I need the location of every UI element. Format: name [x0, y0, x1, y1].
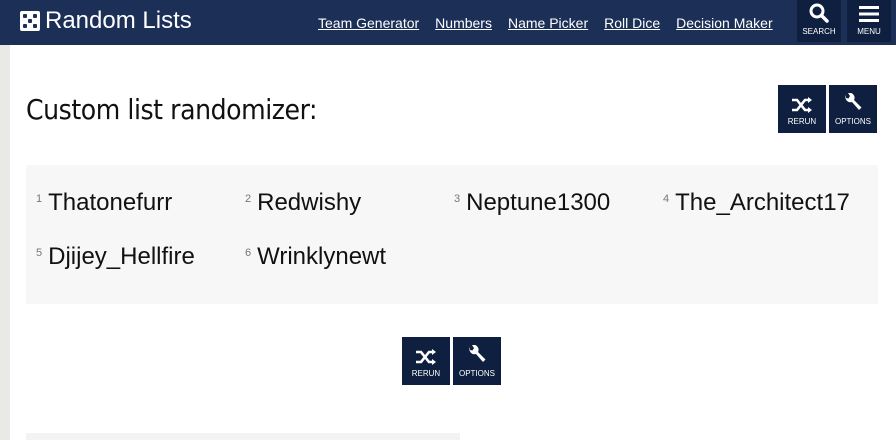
- list-item: 2 Redwishy: [245, 189, 361, 217]
- wrench-icon: [845, 93, 862, 110]
- top-navigation-bar: Random Lists Team Generator Numbers Name…: [0, 0, 896, 45]
- shuffle-icon: [792, 97, 812, 113]
- nav-link-decision-maker[interactable]: Decision Maker: [676, 15, 772, 31]
- options-label: OPTIONS: [458, 369, 495, 378]
- item-name: Thatonefurr: [48, 189, 173, 216]
- content-block-edge: [26, 433, 460, 440]
- nav-link-name-picker[interactable]: Name Picker: [508, 15, 588, 31]
- nav-link-numbers[interactable]: Numbers: [435, 15, 492, 31]
- rerun-label: RERUN: [787, 117, 817, 126]
- item-name: Wrinklynewt: [257, 243, 387, 270]
- item-number: 4: [663, 193, 670, 205]
- item-number: 1: [36, 193, 43, 205]
- item-number: 5: [36, 247, 43, 259]
- options-label: OPTIONS: [834, 117, 871, 126]
- menu-button[interactable]: MENU: [847, 0, 891, 42]
- dice-icon: [20, 11, 40, 31]
- rerun-label: RERUN: [411, 369, 441, 378]
- item-number: 3: [454, 193, 461, 205]
- rerun-button-bottom[interactable]: RERUN: [402, 337, 450, 385]
- item-name: Redwishy: [257, 189, 362, 216]
- page-title: Custom list randomizer:: [26, 93, 318, 126]
- wrench-icon: [469, 345, 486, 362]
- randomized-list: 1 Thatonefurr 2 Redwishy 3 Neptune1300 4…: [26, 165, 878, 304]
- nav-link-team-generator[interactable]: Team Generator: [318, 15, 419, 31]
- main-content: Custom list randomizer: RERUN OPTIONS 1 …: [10, 45, 896, 440]
- hamburger-icon: [859, 6, 879, 22]
- search-button[interactable]: SEARCH: [797, 0, 841, 42]
- options-button-top[interactable]: OPTIONS: [829, 85, 877, 133]
- item-name: The_Architect17: [675, 189, 850, 216]
- item-name: Djijey_Hellfire: [48, 243, 195, 270]
- rerun-button-top[interactable]: RERUN: [778, 85, 826, 133]
- item-number: 6: [245, 247, 252, 259]
- list-item: 4 The_Architect17: [663, 189, 850, 217]
- site-name: Random Lists: [45, 7, 192, 34]
- item-name: Neptune1300: [466, 189, 611, 216]
- nav-link-roll-dice[interactable]: Roll Dice: [604, 15, 660, 31]
- list-item: 6 Wrinklynewt: [245, 243, 386, 271]
- site-logo[interactable]: Random Lists: [20, 6, 192, 36]
- list-item: 5 Djijey_Hellfire: [36, 243, 195, 271]
- search-label: SEARCH: [802, 27, 836, 36]
- item-number: 2: [245, 193, 252, 205]
- options-button-bottom[interactable]: OPTIONS: [453, 337, 501, 385]
- list-item: 1 Thatonefurr: [36, 189, 172, 217]
- shuffle-icon: [416, 349, 436, 365]
- main-nav: Team Generator Numbers Name Picker Roll …: [318, 0, 789, 45]
- list-item: 3 Neptune1300: [454, 189, 610, 217]
- search-icon: [809, 3, 829, 23]
- menu-label: MENU: [857, 27, 881, 36]
